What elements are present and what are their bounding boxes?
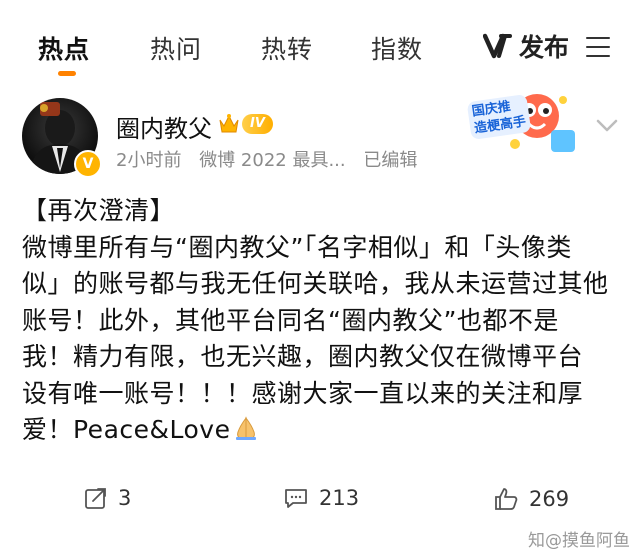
chevron-down-icon[interactable] (594, 112, 620, 138)
post-line: 设有唯一账号！！！感谢大家一直以来的关注和厚 (22, 378, 584, 408)
thumbs-up-icon (495, 488, 518, 510)
comment-icon (285, 489, 307, 508)
post-line: 账号！此外，其他平台同名“圈内教父”也都不是 (22, 305, 559, 335)
post-line: 【再次澄清】 (22, 196, 176, 225)
comment-count: 213 (319, 486, 360, 510)
top-nav: 热点 热问 热转 指数 发布 (0, 0, 640, 88)
post-line-last: 爱！Peace&Love (22, 412, 622, 449)
username[interactable]: 圈内教父 (116, 109, 212, 144)
crown-icon (219, 114, 239, 133)
weibo-hot-post-screen: 热点 热问 热转 指数 发布 V 圈内教父 IV 2小时前 微博 2022 最具… (0, 0, 640, 554)
post-line: 似」的账号都与我无任何关联哈，我从未运营过其他 (22, 269, 609, 298)
verified-badge: V (74, 150, 102, 178)
publish-v-icon (483, 33, 512, 59)
publish-label: 发布 (519, 33, 570, 62)
repost-icon (85, 488, 106, 509)
tab-index[interactable]: 指数 (371, 30, 423, 66)
repost-count: 3 (118, 486, 132, 510)
post-line: 微博里所有与“圈内教父”「名字相似」和「头像类 (22, 232, 572, 262)
post-meta: 2小时前 微博 2022 最具... 已编辑 (116, 146, 429, 172)
promo-badge[interactable]: 国庆推 造梗高手 (455, 86, 585, 166)
post-time: 2小时前 (116, 150, 182, 171)
repost-button[interactable]: 3 (84, 486, 131, 510)
action-bar: 3 213 269 (0, 486, 640, 516)
source-watermark: 知@摸鱼阿鱼 (528, 531, 630, 551)
post-line: 我！精力有限，也无兴趣，圈内教父仅在微博平台 (22, 342, 584, 371)
like-count: 269 (529, 487, 570, 511)
level-label: IV (242, 114, 273, 134)
publish-button[interactable]: 发布 (483, 28, 569, 64)
active-tab-indicator (58, 71, 76, 76)
menu-icon[interactable] (586, 37, 610, 57)
post-source: 微博 2022 最具... (199, 150, 346, 171)
tab-hot-questions[interactable]: 热问 (150, 30, 202, 66)
praying-hands-icon (236, 416, 257, 440)
tab-hot-reposts[interactable]: 热转 (261, 30, 313, 66)
user-level-badge[interactable]: IV (218, 112, 273, 136)
comment-button[interactable]: 213 (283, 486, 359, 510)
tab-hot[interactable]: 热点 (38, 30, 90, 66)
like-button[interactable]: 269 (493, 486, 569, 512)
post-body: 【再次澄清】 微博里所有与“圈内教父”「名字相似」和「头像类 似」的账号都与我无… (22, 193, 622, 449)
edited-label[interactable]: 已编辑 (363, 150, 417, 171)
